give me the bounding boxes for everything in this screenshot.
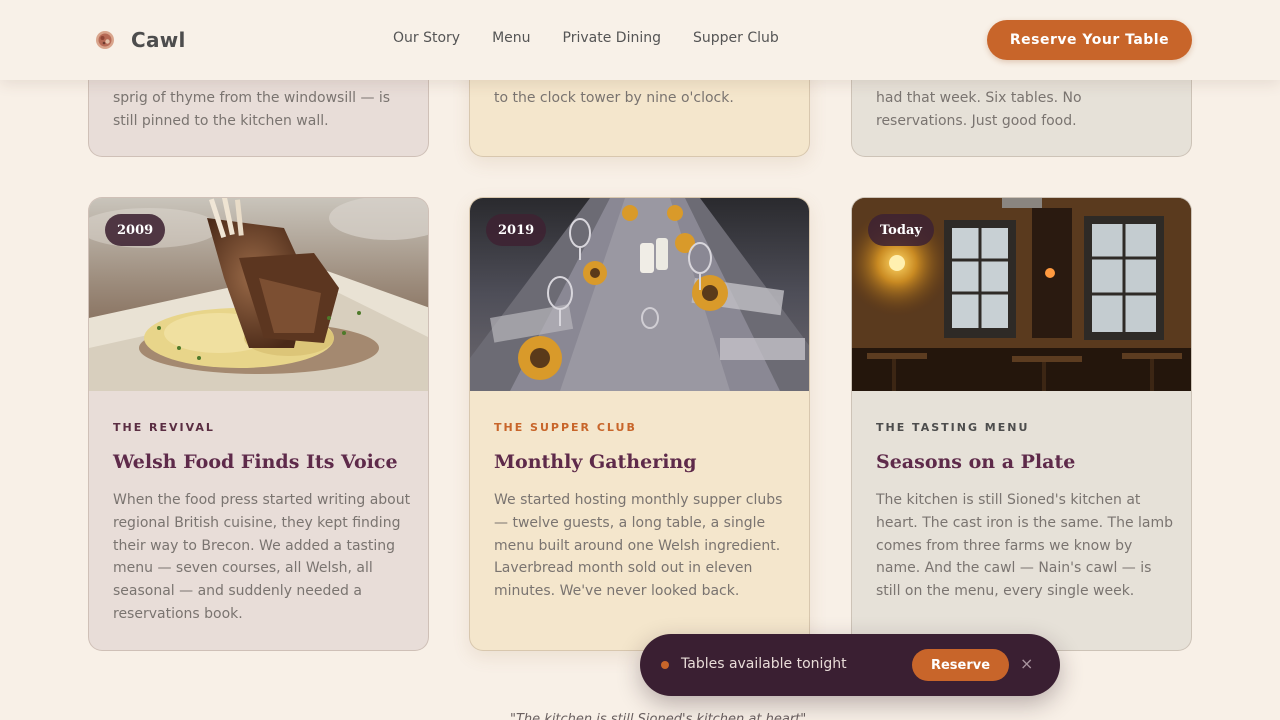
card-title: Welsh Food Finds Its Voice: [113, 451, 398, 473]
story-card-revival: 2009 THE REVIVAL Welsh Food Finds Its Vo…: [88, 197, 429, 651]
card-title: Monthly Gathering: [494, 451, 697, 473]
toast-reserve-button[interactable]: Reserve: [912, 649, 1009, 681]
card-eyebrow: THE SUPPER CLUB: [494, 421, 637, 434]
year-badge: Today: [868, 214, 934, 246]
status-dot-icon: [661, 661, 669, 669]
nav-link-supper-club[interactable]: Supper Club: [693, 30, 779, 46]
card-body-text: to the clock tower by nine o'clock.: [494, 90, 734, 106]
card-body-text: sprig of thyme from the windowsill — is …: [113, 90, 391, 129]
year-badge: 2009: [105, 214, 166, 246]
story-card-tasting-menu: Today THE TASTING MENU Seasons on a Plat…: [851, 197, 1192, 651]
brand-logo[interactable]: Cawl: [95, 28, 186, 52]
close-icon[interactable]: ×: [1020, 654, 1033, 673]
bowl-icon: [96, 31, 114, 49]
year-badge: 2019: [486, 214, 547, 246]
nav-link-our-story[interactable]: Our Story: [393, 30, 460, 46]
toast-message: Tables available tonight: [681, 656, 847, 672]
reserve-table-button[interactable]: Reserve Your Table: [987, 20, 1192, 60]
nav-link-private-dining[interactable]: Private Dining: [563, 30, 661, 46]
card-body-text: When the food press started writing abou…: [113, 492, 411, 622]
main-nav: Our Story Menu Private Dining Supper Clu…: [393, 30, 779, 46]
brand-name: Cawl: [131, 28, 186, 52]
card-body-text: had that week. Six tables. No reservatio…: [876, 90, 1082, 129]
availability-toast: Tables available tonight Reserve ×: [640, 634, 1060, 696]
card-eyebrow: THE TASTING MENU: [876, 421, 1030, 434]
card-title: Seasons on a Plate: [876, 451, 1076, 473]
card-eyebrow: THE REVIVAL: [113, 421, 215, 434]
footer-quote: "The kitchen is still Sioned's kitchen a…: [510, 712, 807, 720]
story-card-supper-club: 2019 THE SUPPER CLUB Monthly Gathering W…: [469, 197, 810, 651]
site-header: Cawl Our Story Menu Private Dining Suppe…: [0, 0, 1280, 80]
nav-link-menu[interactable]: Menu: [492, 30, 530, 46]
card-body-text: The kitchen is still Sioned's kitchen at…: [876, 492, 1174, 600]
card-body-text: We started hosting monthly supper clubs …: [494, 492, 783, 600]
